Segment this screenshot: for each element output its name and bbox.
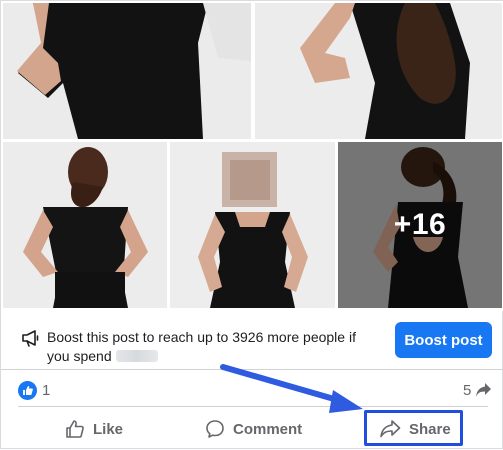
boost-post-button[interactable]: Boost post (395, 322, 492, 358)
post-photo-2[interactable] (255, 3, 502, 139)
like-label: Like (93, 420, 124, 438)
comment-button[interactable]: Comment (205, 413, 302, 445)
divider (18, 406, 488, 407)
share-arrow-icon (476, 383, 491, 397)
boost-message-text: Boost this post to reach up to 3926 more… (47, 329, 356, 364)
blurred-amount (115, 350, 158, 362)
post-photo-4[interactable] (170, 142, 335, 308)
thumbs-up-icon[interactable] (18, 381, 37, 400)
like-button[interactable]: Like (65, 413, 123, 445)
post-photo-1[interactable] (3, 3, 251, 139)
megaphone-icon (22, 330, 39, 347)
more-photos-count: +16 (393, 208, 447, 241)
more-photos-overlay[interactable]: +16 (338, 142, 502, 308)
reaction-count[interactable]: 1 (42, 382, 50, 399)
comment-label: Comment (233, 420, 303, 438)
post-card: +16 Boost this post to reach up to 3926 … (0, 0, 503, 449)
post-photo-3[interactable] (3, 142, 167, 308)
share-count[interactable]: 5 (463, 382, 471, 399)
share-highlight-box (364, 410, 463, 446)
divider (1, 369, 503, 370)
comment-bubble-icon (206, 420, 224, 438)
post-photo-5[interactable]: +16 (338, 142, 502, 308)
boost-message: Boost this post to reach up to 3926 more… (47, 328, 377, 366)
photo-grid: +16 (1, 1, 503, 311)
thumbs-up-outline-icon (66, 420, 84, 438)
